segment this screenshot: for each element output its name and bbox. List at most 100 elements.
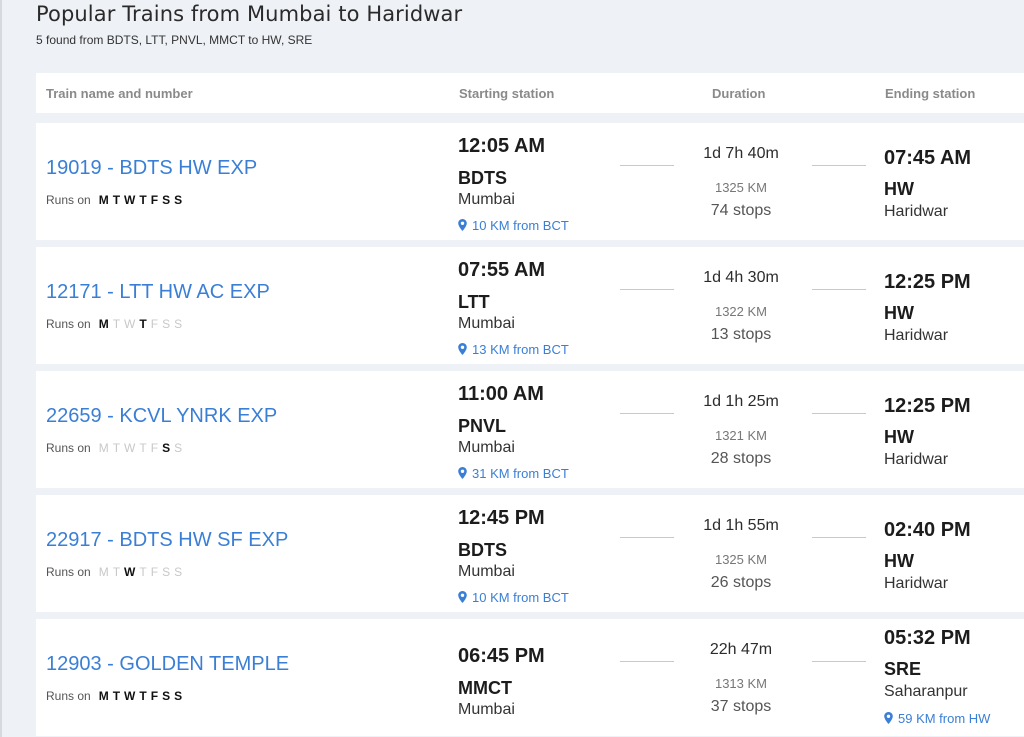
running-days: MTWTFSS	[99, 317, 186, 331]
departure-distance-note: 13 KM from BCT	[458, 342, 569, 357]
page-title: Popular Trains from Mumbai to Haridwar	[36, 2, 463, 26]
train-row: 12903 - GOLDEN TEMPLE Runs on M T W T F S S 06:…	[36, 619, 1024, 736]
runs-on-label: Runs on	[46, 193, 91, 207]
runs-on: Runs on M T W T F S S	[46, 317, 186, 331]
journey-distance: 1321 KM	[714, 428, 768, 443]
arrival-station-code: HW	[884, 427, 914, 447]
runs-on: Runs on M T W T F S S	[46, 689, 186, 703]
day-indicator: W	[124, 317, 136, 331]
day-indicator: W	[124, 193, 136, 207]
day-indicator: M	[98, 193, 109, 207]
day-indicator: M	[98, 317, 109, 331]
day-indicator: F	[150, 689, 159, 703]
results-summary: 5 found from BDTS, LTT, PNVL, MMCT to HW…	[36, 33, 313, 47]
distance-note-text: 13 KM from BCT	[472, 342, 569, 357]
day-indicator: T	[112, 565, 121, 579]
route-line-left	[620, 165, 674, 166]
arrival-city: Haridwar	[884, 451, 949, 468]
journey-duration: 1d 1h 25m	[703, 393, 779, 410]
runs-on: Runs on M T W T F S S	[46, 193, 186, 207]
day-indicator: T	[139, 565, 147, 579]
departure-city: Mumbai	[458, 439, 515, 456]
day-indicator: S	[174, 689, 183, 703]
departure-station-code: LTT	[458, 292, 490, 312]
day-indicator: F	[150, 441, 159, 455]
day-indicator: T	[139, 193, 147, 207]
distance-note-text: 10 KM from BCT	[472, 590, 569, 605]
stop-count: 28 stops	[710, 450, 772, 467]
day-indicator: S	[162, 193, 171, 207]
running-days: MTWTFSS	[99, 565, 186, 579]
header-train-name: Train name and number	[46, 86, 193, 101]
distance-note-text: 31 KM from BCT	[472, 466, 569, 481]
day-indicator: T	[139, 317, 147, 331]
departure-city: Mumbai	[458, 701, 515, 718]
route-line-right	[812, 661, 866, 662]
journey-distance: 1313 KM	[714, 676, 768, 691]
running-days: MTWTFSS	[99, 441, 186, 455]
arrival-time: 02:40 PM	[884, 519, 971, 541]
route-line-right	[812, 413, 866, 414]
arrival-city: Haridwar	[884, 327, 949, 344]
train-name-link[interactable]: 12903 - GOLDEN TEMPLE	[46, 653, 289, 676]
day-indicator: M	[98, 565, 109, 579]
route-line-right	[812, 165, 866, 166]
arrival-time: 07:45 AM	[884, 147, 972, 169]
departure-distance-note: 10 KM from BCT	[458, 590, 569, 605]
map-pin-icon	[884, 711, 898, 726]
train-row: 12171 - LTT HW AC EXP Runs on M T W T F S S 07:…	[36, 247, 1024, 364]
day-indicator: M	[98, 441, 109, 455]
map-pin-icon	[458, 466, 472, 481]
route-line-right	[812, 537, 866, 538]
day-indicator: S	[174, 441, 183, 455]
map-pin-icon	[458, 218, 472, 233]
day-indicator: W	[124, 689, 136, 703]
journey-duration: 22h 47m	[709, 641, 773, 658]
train-name-link[interactable]: 22659 - KCVL YNRK EXP	[46, 405, 277, 428]
day-indicator: S	[174, 317, 183, 331]
arrival-station-code: HW	[884, 179, 914, 199]
runs-on: Runs on M T W T F S S	[46, 441, 186, 455]
day-indicator: T	[139, 441, 147, 455]
running-days: MTWTFSS	[99, 689, 186, 703]
train-name-link[interactable]: 12171 - LTT HW AC EXP	[46, 281, 270, 304]
arrival-time: 12:25 PM	[884, 395, 971, 417]
distance-note-text: 10 KM from BCT	[472, 218, 569, 233]
train-name-link[interactable]: 22917 - BDTS HW SF EXP	[46, 529, 288, 552]
departure-city: Mumbai	[458, 315, 515, 332]
departure-time: 06:45 PM	[458, 645, 545, 667]
day-indicator: T	[139, 689, 147, 703]
journey-duration: 1d 7h 40m	[703, 145, 779, 162]
day-indicator: S	[174, 193, 183, 207]
map-pin-icon	[458, 590, 472, 605]
departure-station-code: BDTS	[458, 540, 507, 560]
stop-count: 37 stops	[710, 698, 772, 715]
journey-distance: 1325 KM	[714, 180, 768, 195]
day-indicator: F	[150, 193, 159, 207]
departure-station-code: PNVL	[458, 416, 507, 436]
trains-table: Train name and number Starting station D…	[36, 73, 1024, 736]
day-indicator: W	[124, 565, 136, 579]
departure-time: 12:05 AM	[458, 135, 546, 157]
map-pin-icon	[458, 342, 472, 357]
arrival-station-code: HW	[884, 551, 914, 571]
left-edge-divider	[0, 0, 2, 737]
arrival-distance-note: 59 KM from HW	[884, 711, 990, 726]
route-line-left	[620, 661, 674, 662]
day-indicator: F	[150, 565, 159, 579]
journey-distance: 1322 KM	[714, 304, 768, 319]
departure-station-code: MMCT	[458, 678, 512, 698]
train-row: 22917 - BDTS HW SF EXP Runs on M T W T F S S 12…	[36, 495, 1024, 612]
arrival-city: Haridwar	[884, 575, 949, 592]
train-name-link[interactable]: 19019 - BDTS HW EXP	[46, 157, 257, 180]
day-indicator: T	[112, 193, 121, 207]
train-row: 19019 - BDTS HW EXP Runs on M T W T F S S 12:05…	[36, 123, 1024, 240]
departure-time: 07:55 AM	[458, 259, 546, 281]
arrival-station-code: SRE	[884, 659, 922, 679]
route-line-right	[812, 289, 866, 290]
day-indicator: S	[162, 441, 171, 455]
journey-duration: 1d 1h 55m	[703, 517, 779, 534]
journey-distance: 1325 KM	[714, 552, 768, 567]
day-indicator: T	[112, 317, 121, 331]
runs-on-label: Runs on	[46, 441, 91, 455]
